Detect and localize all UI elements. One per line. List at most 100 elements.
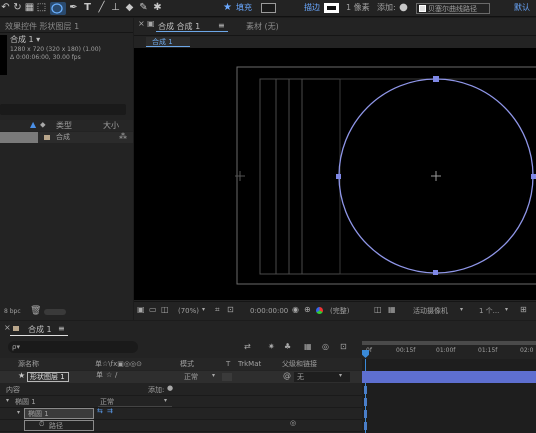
pan-behind-icon[interactable]: ⬚ [36,2,47,14]
workspace-default[interactable]: 默认 [514,3,530,13]
col-parent[interactable]: 父级和链接 [282,359,317,369]
sort-up-icon[interactable]: ▲ [30,121,36,129]
stroke-swatch[interactable] [324,3,339,13]
camera-dropdown[interactable]: 活动摄像机 [413,306,448,316]
col-t[interactable]: T [226,359,230,369]
add-circle-icon[interactable]: ● [398,2,409,14]
quality-dropdown[interactable]: (完整) [330,306,349,316]
hide-shy-icon[interactable]: ♣ [284,343,291,351]
breadcrumb[interactable]: 合成 1 [146,37,190,47]
camera-icon[interactable]: ◉ [292,306,299,314]
fit-icon[interactable]: ⌗ [215,306,220,314]
stroke-label[interactable]: 描边 [304,3,320,13]
roto-tool-icon[interactable]: ✎ [138,2,149,14]
star-switch-icon[interactable]: ☆ [106,372,112,379]
keyframe-marker[interactable] [364,422,367,430]
grid-icon[interactable]: ▦ [24,2,35,14]
keyframe-marker[interactable] [364,410,367,418]
col-switches[interactable]: 单☆\fx▣◎◎⊙ [95,359,142,369]
path-merge-icon[interactable]: ⇉ [107,408,113,415]
quality-switch-icon[interactable]: / [115,372,117,379]
close-icon[interactable]: × [4,324,11,332]
chevron-down-icon[interactable]: ▾ [17,410,20,416]
channel-icon[interactable]: ⊕ [304,306,311,314]
mode-dropdown-box[interactable] [98,397,172,407]
timeline-tab-menu[interactable]: ≡ [58,324,65,333]
stopwatch-icon[interactable]: ⏱ [39,421,44,428]
color-channel-icon[interactable] [316,307,323,314]
viewer-canvas[interactable] [134,48,536,300]
col-source-name[interactable]: 源名称 [18,359,39,369]
bezier-checkbox[interactable]: 贝塞尔曲线路径 [416,3,490,14]
scrollbar[interactable] [44,309,66,315]
viewer-options-icon[interactable]: ⊞ [520,306,527,314]
star-icon[interactable]: ★ [222,2,233,14]
fill-swatch[interactable] [261,3,276,13]
shy-switch-icon[interactable]: 单 [96,372,103,379]
stroke-width-value[interactable]: 1 像素 [346,3,370,13]
col-type[interactable]: 类型 [56,121,72,131]
path-link-icon[interactable]: ⇆ [97,408,103,415]
undo-icon[interactable]: ↶ [0,2,11,14]
rotate-icon[interactable]: ↻ [12,2,23,14]
flowchart-icon[interactable]: ⁂ [119,133,127,141]
zoom-dropdown[interactable]: (70%) [178,306,199,316]
monitor-icon[interactable]: ▭ [149,306,157,314]
motion-blur-icon[interactable]: ◎ [322,343,329,351]
col-mode[interactable]: 模式 [180,359,194,369]
roi-icon[interactable]: ◫ [374,306,382,314]
parent-dropdown[interactable]: 无 ▾ [294,372,350,382]
timecode-display[interactable]: 0:00:00:00 [250,306,288,316]
stamp-tool-icon[interactable]: ⊥ [110,2,121,14]
keyframe-marker[interactable] [364,386,367,394]
transparency-grid-icon[interactable]: ▦ [388,306,396,314]
brush-tool-icon[interactable]: ╱ [96,2,107,14]
layer-mode[interactable]: 正常 [184,372,198,382]
ellipse-group-row[interactable]: ▾ 椭圆 1 正常 ▾ [0,396,362,408]
project-item-row[interactable]: 合成 ⁂ [0,132,133,143]
playhead-marker[interactable] [362,350,369,358]
effect-controls-tab[interactable]: 效果控件 形状图层 1 [5,21,79,32]
layer-name-box[interactable]: 形状图层 1 [27,372,69,382]
path-row[interactable]: ⏱ 路径 ◎ [0,420,362,432]
eraser-tool-icon[interactable]: ◆ [124,2,135,14]
work-area-bar[interactable] [362,341,536,345]
trash-icon[interactable]: 🗑 [30,307,41,316]
views-dropdown[interactable]: 1 个... [479,306,499,316]
col-size[interactable]: 大小 [103,121,119,131]
chevron-down-icon[interactable]: ▾ [6,398,9,404]
safe-zones-icon[interactable]: ⊡ [227,306,234,314]
time-ruler[interactable]: 0f 00:15f 01:00f 01:15f 02:0 [362,341,536,359]
comp-mini-flowchart-icon[interactable]: ⇄ [244,343,251,351]
graph-editor-icon[interactable]: ⊡ [340,343,347,351]
layer-track-bar[interactable] [362,371,536,383]
pin-tool-icon[interactable]: ✱ [152,2,163,14]
contents-row[interactable]: 内容 添加: ● [0,384,362,396]
pen-tool-icon[interactable]: ✒ [68,2,79,14]
frame-blending-icon[interactable]: ▦ [304,343,312,351]
fill-label[interactable]: 填充 [236,3,252,13]
col-trkmat[interactable]: TrkMat [238,359,261,369]
layer-row[interactable]: ★ 形状图层 1 单 ☆ / 正常 ▾ @ 无 ▾ [0,371,362,383]
comp-tab-menu[interactable]: ≡ [218,21,225,30]
path-box[interactable]: ⏱ 路径 [24,420,94,431]
keyframe-marker[interactable] [364,398,367,406]
expression-icon[interactable]: ◎ [290,420,296,427]
timeline-tab[interactable]: 合成 1 [28,324,52,335]
pickwhip-icon[interactable]: @ [283,372,291,380]
resolution-icon[interactable]: ◫ [161,306,169,314]
text-tool-icon[interactable]: T [82,2,93,14]
ellipse-path-box[interactable]: 椭圆 1 [24,408,94,419]
draft-3d-icon[interactable]: ✷ [268,343,275,351]
add-circle-icon[interactable]: ● [167,385,173,392]
close-icon[interactable]: × [138,20,145,28]
ellipse-tool-icon[interactable] [50,2,66,15]
layer-search-input[interactable]: ρ▾ [8,341,138,353]
ellipse-path-row[interactable]: ▾ 椭圆 1 ⇆ ⇉ [0,408,362,420]
always-preview-icon[interactable]: ▣ [137,306,145,314]
project-search-input[interactable] [0,104,126,115]
lock-icon[interactable]: ▣ [147,20,155,28]
trkmat-box[interactable] [222,373,232,381]
footage-tab[interactable]: 素材 (无) [246,21,279,32]
bpc-label[interactable]: 8 bpc [4,307,21,317]
